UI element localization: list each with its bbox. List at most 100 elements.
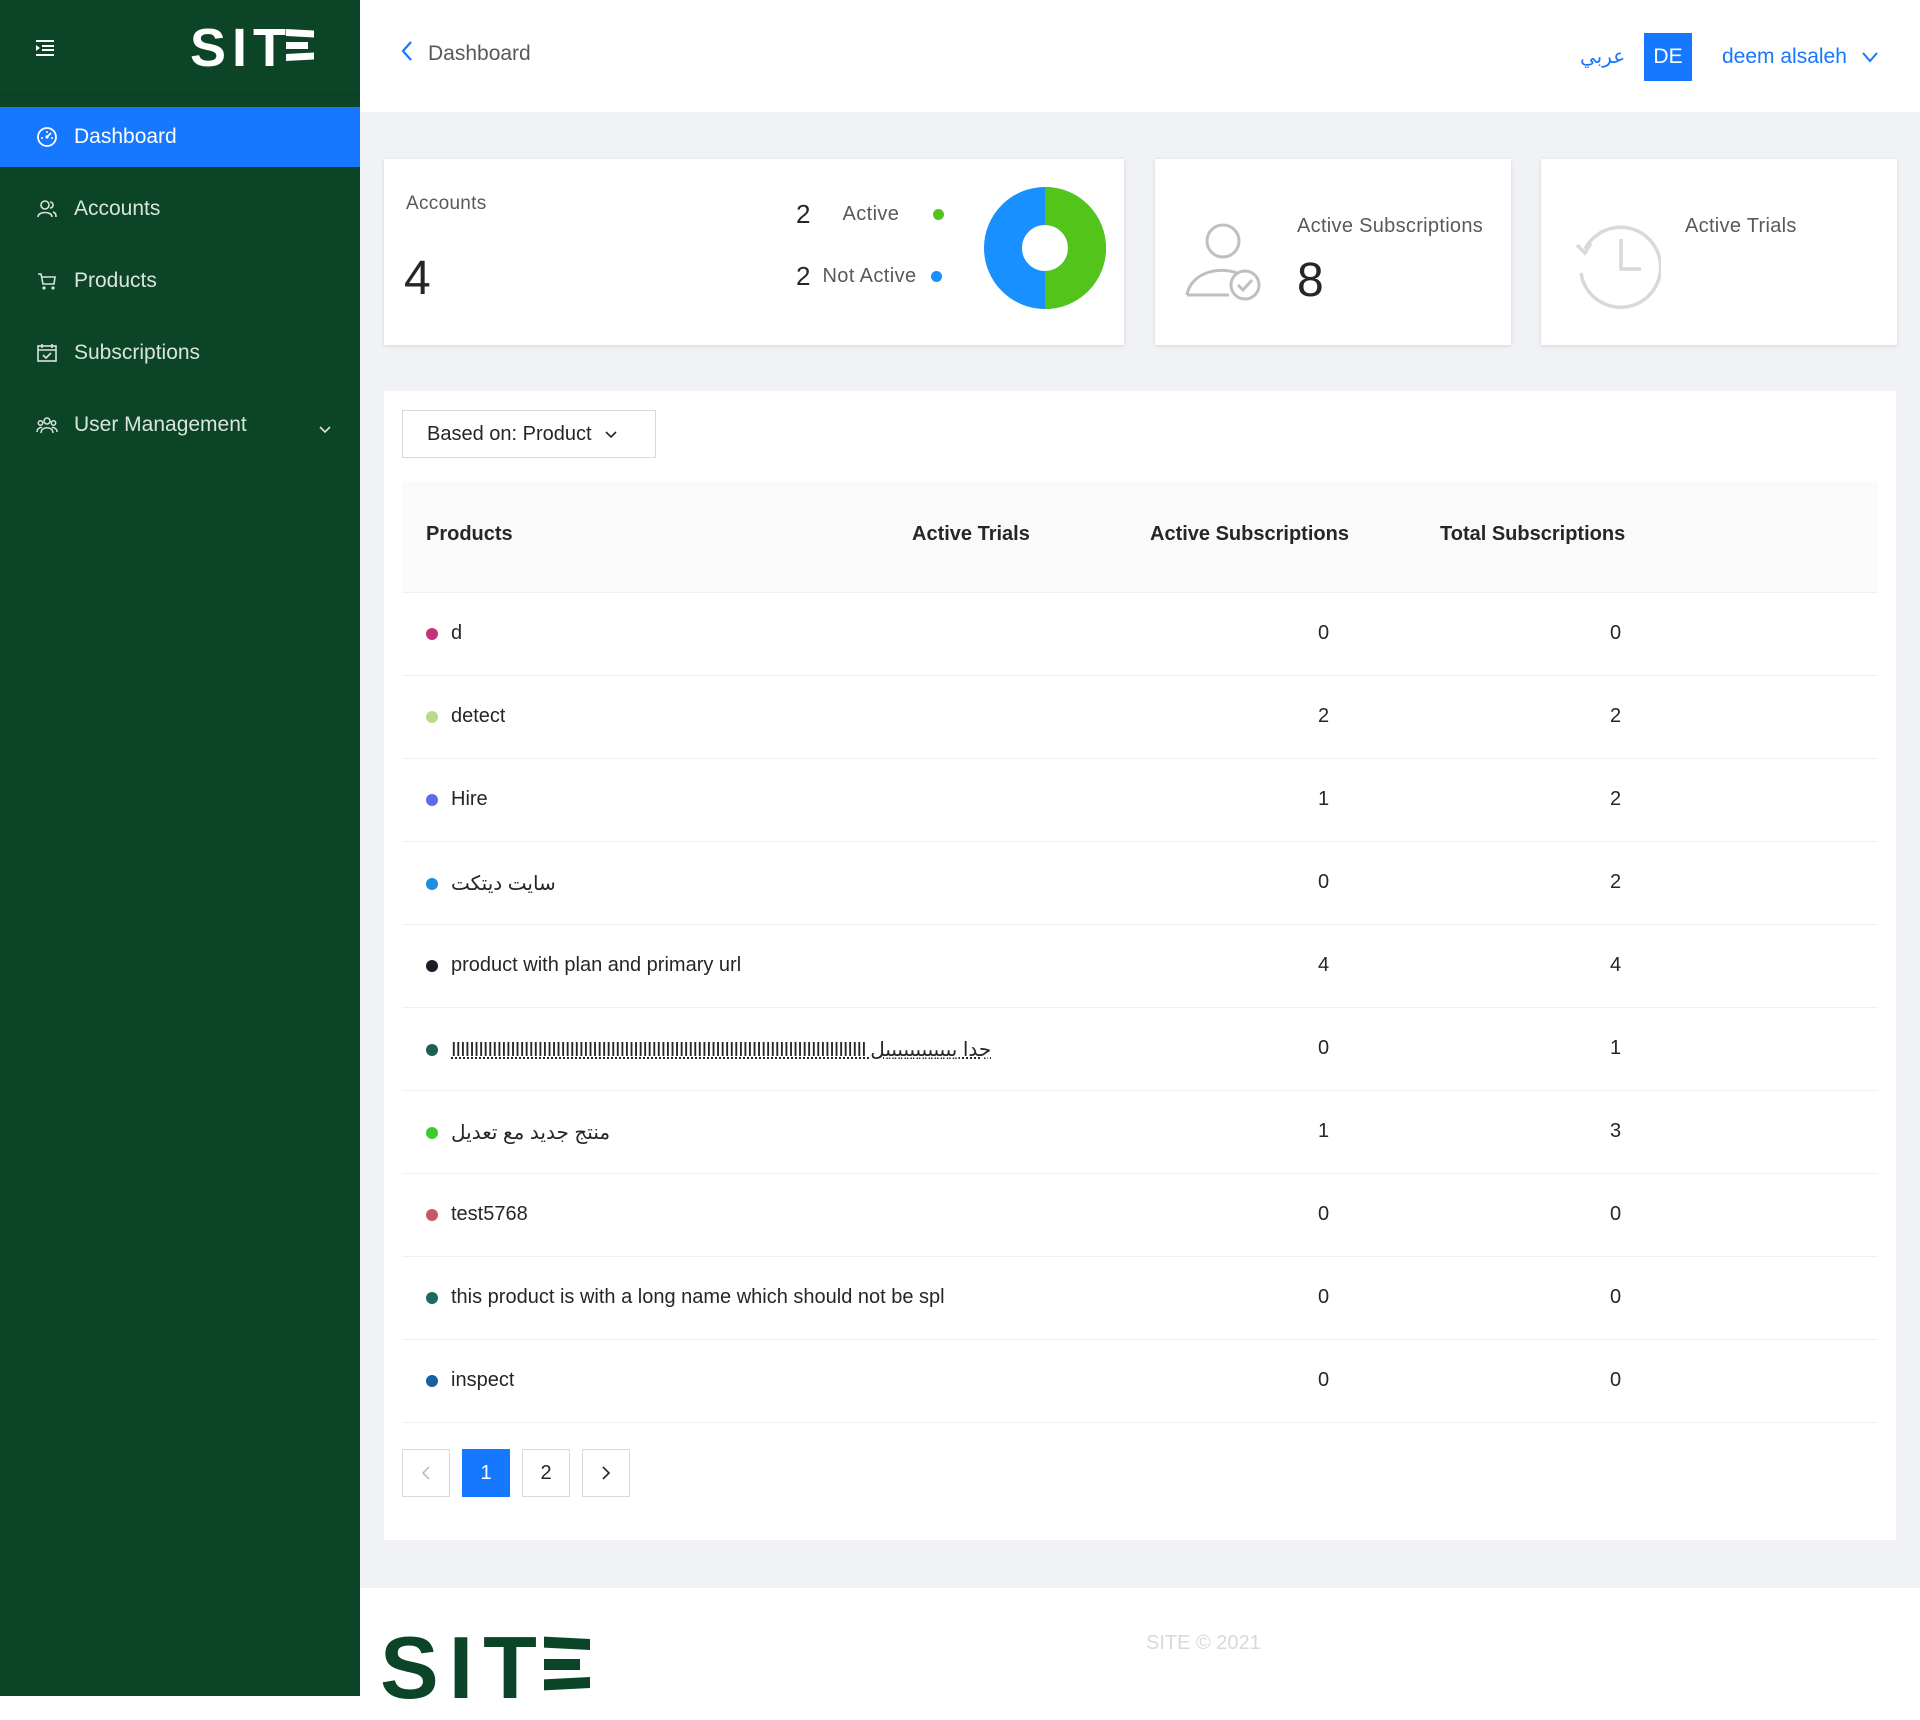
chevron-right-icon bbox=[602, 1466, 611, 1480]
product-color-dot bbox=[426, 1208, 438, 1221]
product-color-dot bbox=[426, 793, 438, 806]
pagination-page-1[interactable]: 1 bbox=[462, 1449, 510, 1497]
sidebar-nav: Dashboard Accounts Products Subscription… bbox=[0, 107, 360, 455]
total-subscriptions-cell: 0 bbox=[1610, 1203, 1622, 1225]
column-header-active-trials[interactable]: Active Trials bbox=[912, 523, 1030, 546]
sidebar: SIT Dashboard Accounts Products Subscrip… bbox=[0, 0, 360, 1696]
active-subscriptions-cell: 4 bbox=[1318, 954, 1330, 976]
product-name-cell: this product is with a long name which s… bbox=[426, 1286, 945, 1309]
active-subscriptions-cell: 1 bbox=[1318, 1120, 1330, 1142]
active-accounts-stat: 2 Active bbox=[796, 199, 945, 230]
product-name-cell: d bbox=[426, 622, 462, 645]
copyright-text: SITE © 2021 bbox=[1146, 1632, 1261, 1654]
avatar[interactable]: DE bbox=[1644, 33, 1692, 81]
table-row[interactable]: d 0 0 bbox=[402, 593, 1878, 676]
product-name-cell: detect bbox=[426, 705, 505, 728]
sidebar-item-label: Subscriptions bbox=[74, 341, 201, 364]
product-name-cell: product with plan and primary url bbox=[426, 954, 741, 977]
history-clock-icon bbox=[1569, 219, 1663, 316]
product-name: IIIIIIIIIIIIIIIIIIIIIIIIIIIIIIIIIIIIIIII… bbox=[451, 1039, 992, 1061]
sidebar-item-subscriptions[interactable]: Subscriptions bbox=[0, 323, 360, 383]
active-trials-card: Active Trials bbox=[1541, 159, 1897, 345]
sidebar-item-accounts[interactable]: Accounts bbox=[0, 179, 360, 239]
table-row[interactable]: IIIIIIIIIIIIIIIIIIIIIIIIIIIIIIIIIIIIIIII… bbox=[402, 1008, 1878, 1091]
table-row[interactable]: product with plan and primary url 4 4 bbox=[402, 925, 1878, 1008]
inactive-accounts-label: Not Active bbox=[822, 265, 917, 287]
sidebar-header: SIT bbox=[0, 0, 360, 95]
product-color-dot bbox=[426, 1374, 438, 1387]
product-name-cell: سايت ديتكت bbox=[426, 871, 556, 896]
active-subscriptions-cell: 1 bbox=[1318, 788, 1330, 810]
active-subscriptions-cell: 0 bbox=[1318, 1369, 1330, 1391]
total-subscriptions-cell: 0 bbox=[1610, 1369, 1622, 1391]
table-row[interactable]: test5768 0 0 bbox=[402, 1174, 1878, 1257]
inactive-legend-dot bbox=[930, 271, 942, 282]
page-title: Dashboard bbox=[428, 41, 531, 65]
total-subscriptions-cell: 0 bbox=[1610, 1286, 1622, 1308]
menu-collapse-icon[interactable] bbox=[34, 38, 56, 58]
based-on-dropdown[interactable]: Based on: Product bbox=[402, 410, 656, 458]
product-color-dot bbox=[426, 1043, 438, 1056]
product-name: product with plan and primary url bbox=[451, 954, 742, 976]
products-panel: Based on: Product Products Active Trials… bbox=[384, 391, 1896, 1540]
product-name: inspect bbox=[451, 1369, 515, 1391]
active-subscriptions-card: Active Subscriptions 8 bbox=[1155, 159, 1511, 345]
table-row[interactable]: Hire 1 2 bbox=[402, 759, 1878, 842]
pagination-next-button[interactable] bbox=[582, 1449, 630, 1497]
product-name: test5768 bbox=[451, 1203, 528, 1225]
back-button[interactable]: Dashboard bbox=[400, 40, 531, 67]
top-header: Dashboard عربي DE deem alsaleh bbox=[360, 0, 1920, 112]
sidebar-item-products[interactable]: Products bbox=[0, 251, 360, 311]
user-menu[interactable]: deem alsaleh bbox=[1722, 45, 1879, 69]
sidebar-item-label: Products bbox=[74, 269, 157, 292]
table-row[interactable]: detect 2 2 bbox=[402, 676, 1878, 759]
product-name-cell: IIIIIIIIIIIIIIIIIIIIIIIIIIIIIIIIIIIIIIII… bbox=[426, 1037, 991, 1062]
pagination-prev-button[interactable] bbox=[402, 1449, 450, 1497]
table-row[interactable]: سايت ديتكت 0 2 bbox=[402, 842, 1878, 925]
dashboard-gauge-icon bbox=[36, 126, 58, 148]
active-subscriptions-cell: 0 bbox=[1318, 622, 1330, 644]
sidebar-item-label: User Management bbox=[74, 413, 247, 436]
sidebar-item-user-management[interactable]: User Management bbox=[0, 395, 360, 455]
site-logo[interactable]: SIT bbox=[190, 18, 314, 78]
chevron-down-icon bbox=[592, 423, 618, 446]
table-row[interactable]: منتج جديد مع تعديل 1 3 bbox=[402, 1091, 1878, 1174]
active-subscriptions-cell: 2 bbox=[1318, 705, 1330, 727]
active-subscriptions-cell: 0 bbox=[1318, 1037, 1330, 1059]
active-accounts-count: 2 bbox=[796, 199, 811, 229]
svg-text:SIT: SIT bbox=[190, 22, 292, 70]
product-color-dot bbox=[426, 627, 438, 640]
language-toggle[interactable]: عربي bbox=[1580, 44, 1625, 69]
users-icon bbox=[36, 198, 58, 220]
product-name: منتج جديد مع تعديل bbox=[451, 1122, 611, 1144]
chevron-left-icon bbox=[421, 1466, 430, 1480]
chevron-left-icon bbox=[400, 40, 414, 67]
active-subscriptions-label: Active Subscriptions bbox=[1297, 215, 1484, 237]
column-header-active-subscriptions[interactable]: Active Subscriptions bbox=[1150, 523, 1349, 546]
column-header-products[interactable]: Products bbox=[426, 523, 513, 546]
table-row[interactable]: inspect 0 0 bbox=[402, 1340, 1878, 1423]
cart-icon bbox=[36, 270, 58, 292]
accounts-donut-chart bbox=[984, 187, 1106, 309]
sidebar-item-dashboard[interactable]: Dashboard bbox=[0, 107, 360, 167]
donut-active-slice bbox=[1043, 187, 1106, 309]
total-subscriptions-cell: 4 bbox=[1610, 954, 1622, 976]
footer: SIT SITE © 2021 bbox=[360, 1588, 1920, 1720]
product-name-cell: Hire bbox=[426, 788, 488, 811]
total-subscriptions-cell: 2 bbox=[1610, 871, 1622, 893]
active-subscriptions-cell: 0 bbox=[1318, 1286, 1330, 1308]
product-name: Hire bbox=[451, 788, 488, 810]
product-color-dot bbox=[426, 1126, 438, 1139]
active-subscriptions-value: 8 bbox=[1297, 254, 1324, 307]
active-legend-dot bbox=[933, 209, 945, 220]
total-subscriptions-cell: 3 bbox=[1610, 1120, 1622, 1142]
active-trials-label: Active Trials bbox=[1685, 215, 1797, 237]
chevron-down-icon[interactable] bbox=[318, 417, 332, 441]
team-icon bbox=[36, 414, 58, 436]
product-name: this product is with a long name which s… bbox=[451, 1286, 945, 1308]
total-subscriptions-cell: 1 bbox=[1610, 1037, 1622, 1059]
pagination-page-2[interactable]: 2 bbox=[522, 1449, 570, 1497]
column-header-total-subscriptions[interactable]: Total Subscriptions bbox=[1440, 523, 1625, 546]
table-row[interactable]: this product is with a long name which s… bbox=[402, 1257, 1878, 1340]
sidebar-item-label: Accounts bbox=[74, 197, 161, 220]
